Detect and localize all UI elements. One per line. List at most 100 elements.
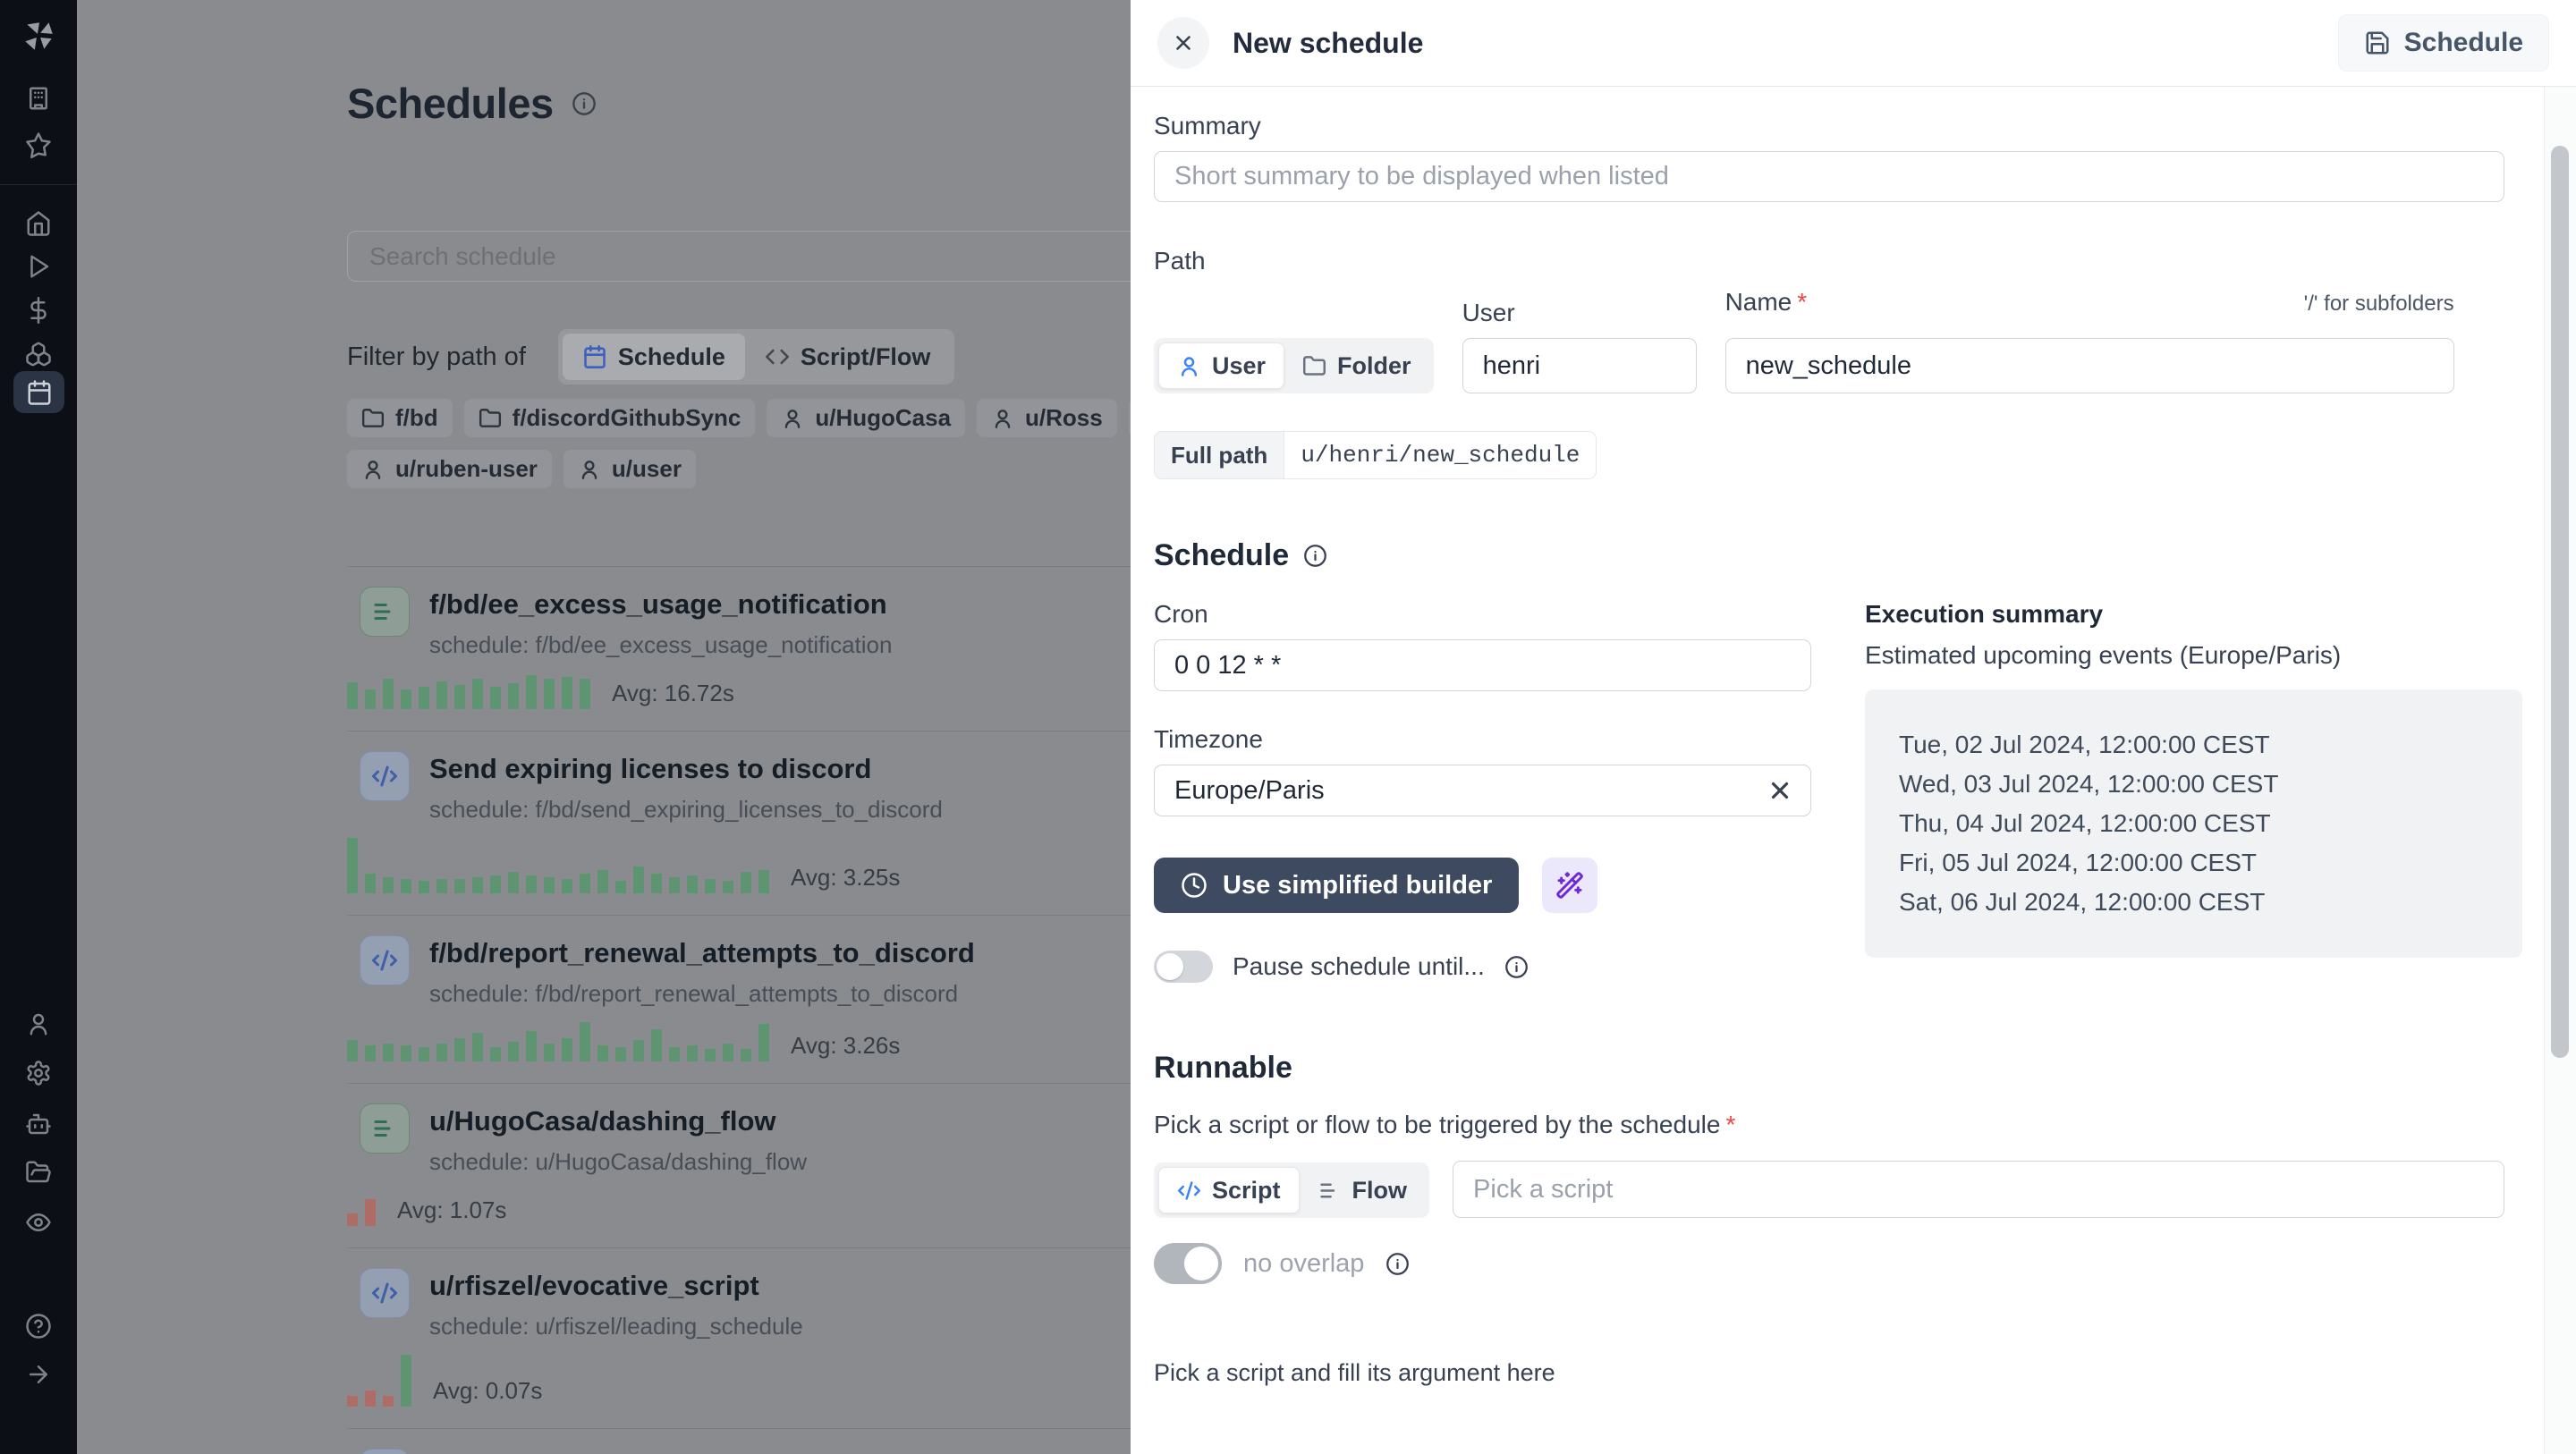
upcoming-events-box: Tue, 02 Jul 2024, 12:00:00 CEST Wed, 03 J… (1865, 689, 2522, 958)
drawer-body: Summary Path User Folder User (1131, 87, 2545, 1454)
path-chip[interactable]: u/Ross (977, 399, 1117, 437)
path-chip-label: f/bd (395, 404, 438, 431)
name-field-input[interactable] (1724, 338, 2454, 393)
upcoming-event: Tue, 02 Jul 2024, 12:00:00 CEST (1899, 731, 2270, 758)
filter-schedule-option[interactable]: Schedule (562, 334, 745, 380)
path-chip-label: u/user (611, 455, 682, 482)
avg-duration-label: Avg: 1.07s (397, 1196, 507, 1223)
user-field-input[interactable] (1462, 338, 1697, 393)
users-icon[interactable] (0, 1010, 77, 1037)
runnable-row: Script Flow (1154, 1161, 2504, 1218)
no-overlap-toggle[interactable] (1154, 1243, 1222, 1284)
cron-input[interactable] (1154, 639, 1811, 691)
avg-duration-label: Avg: 3.25s (791, 864, 901, 891)
owner-kind-toggle: User Folder (1154, 338, 1434, 393)
folders-icon[interactable] (0, 1159, 77, 1186)
code-icon (1178, 1180, 1200, 1200)
path-chip-label: u/HugoCasa (815, 404, 952, 431)
schedule-list-item[interactable]: f/bd/ee_excess_usage_notification schedu… (347, 566, 1131, 731)
settings-gear-icon[interactable] (0, 1060, 77, 1086)
schedule-path: schedule: u/rfiszel/leading_schedule (429, 1313, 803, 1340)
summary-input[interactable] (1154, 151, 2504, 202)
schedule-list-item[interactable]: Send expiring licenses to discord schedu… (347, 731, 1131, 915)
args-hint: Pick a script and fill its argument here (1154, 1359, 1555, 1386)
flow-icon (360, 1103, 410, 1154)
info-icon[interactable] (1303, 544, 1327, 568)
schedule-title: f/bd/ee_excess_usage_notification (429, 588, 887, 620)
path-chip-label: u/Ross (1025, 404, 1103, 431)
owner-folder-option[interactable]: Folder (1284, 342, 1429, 389)
ai-wand-button[interactable] (1542, 858, 1598, 913)
duration-sparkline[interactable]: Avg: 3.26s (347, 1022, 1131, 1061)
user-icon (581, 460, 597, 479)
home-icon[interactable] (0, 210, 77, 237)
close-button[interactable] (1157, 17, 1209, 69)
runnable-flow-option[interactable]: Flow (1300, 1167, 1426, 1213)
timezone-clear-button[interactable] (1767, 777, 1793, 804)
path-chip[interactable]: f/discordGithubSync (463, 399, 756, 437)
path-chips-row: u/ruben-user u/user (347, 450, 696, 488)
search-input[interactable] (347, 231, 1131, 282)
pause-label: Pause schedule until... (1233, 952, 1485, 980)
avg-duration-label: Avg: 0.07s (433, 1377, 543, 1404)
path-chip[interactable]: u/HugoCasa (767, 399, 966, 437)
schedules-page: Schedules Filter by path of Schedule Scr… (77, 0, 1131, 1454)
path-chip[interactable]: u/user (563, 450, 696, 488)
sidebar-divider (0, 184, 77, 185)
pick-script-input[interactable] (1453, 1161, 2504, 1218)
audit-logs-eye-icon[interactable] (0, 1209, 77, 1236)
resources-icon[interactable] (0, 341, 77, 368)
user-icon (995, 409, 1011, 428)
duration-sparkline[interactable]: Avg: 16.72s (347, 673, 1131, 709)
variables-icon[interactable] (0, 297, 77, 324)
info-icon[interactable] (572, 91, 597, 116)
info-icon[interactable] (1504, 955, 1529, 979)
schedule-section-title: Schedule (1154, 538, 1290, 572)
drawer-header: New schedule Schedule (1131, 0, 2576, 87)
drawer-scrollbar[interactable] (2544, 87, 2576, 1454)
page-title: Schedules (347, 80, 554, 127)
duration-sparkline[interactable]: Avg: 1.07s (347, 1190, 1131, 1226)
collapse-arrow-icon[interactable] (0, 1361, 77, 1388)
runs-icon[interactable] (0, 253, 77, 280)
save-schedule-button[interactable]: Schedule (2337, 14, 2549, 72)
clear-x-icon (1771, 782, 1789, 799)
avg-duration-label: Avg: 16.72s (612, 680, 734, 706)
workspace-icon[interactable] (0, 85, 77, 112)
app-window: Schedules Filter by path of Schedule Scr… (0, 0, 2576, 1454)
duration-sparkline[interactable]: Avg: 0.07s (347, 1355, 1131, 1407)
path-chip[interactable]: u/ruben-user (347, 450, 552, 488)
path-chip[interactable]: f/bd (347, 399, 453, 437)
runnable-script-option[interactable]: Script (1158, 1167, 1300, 1213)
filter-script-flow-option[interactable]: Script/Flow (745, 334, 951, 380)
runnable-section-header: Runnable (1154, 1051, 2504, 1086)
schedule-list-item[interactable]: Refresh stripe subscriptions of EE servi… (347, 1428, 1131, 1454)
scrollbar-thumb[interactable] (2551, 146, 2569, 1058)
path-chip-label: f/discordGithubSync (512, 404, 741, 431)
execution-summary-subtitle: Estimated upcoming events (Europe/Paris) (1865, 641, 2342, 669)
path-row: User Folder User Name* '/' for subfolder… (1154, 288, 2504, 393)
execution-summary-column: Execution summary Estimated upcoming eve… (1865, 600, 2522, 983)
pause-toggle[interactable] (1154, 951, 1213, 983)
help-icon[interactable] (0, 1313, 77, 1340)
duration-sparkline[interactable]: Avg: 3.25s (347, 838, 1131, 893)
info-icon[interactable] (1385, 1252, 1410, 1276)
favorites-icon[interactable] (0, 131, 77, 158)
windmill-logo[interactable] (0, 18, 77, 55)
schedule-list-item[interactable]: u/HugoCasa/dashing_flow schedule: u/Hugo… (347, 1083, 1131, 1247)
runnable-section-title: Runnable (1154, 1051, 1292, 1085)
no-overlap-row: no overlap (1154, 1243, 2504, 1284)
full-path-label: Full path (1155, 432, 1284, 478)
name-field-label: Name * (1724, 288, 1808, 316)
simplified-builder-button[interactable]: Use simplified builder (1154, 858, 1520, 913)
schedule-list: f/bd/ee_excess_usage_notification schedu… (347, 566, 1131, 1454)
sidebar-item-schedules-active[interactable] (13, 371, 64, 413)
timezone-input[interactable] (1154, 765, 1811, 816)
user-field-label: User (1462, 299, 1515, 326)
owner-user-option[interactable]: User (1158, 342, 1285, 389)
schedule-list-item[interactable]: f/bd/report_renewal_attempts_to_discord … (347, 915, 1131, 1083)
runnable-kind-toggle: Script Flow (1154, 1162, 1430, 1218)
schedule-list-item[interactable]: u/rfiszel/evocative_script schedule: u/r… (347, 1247, 1131, 1428)
workers-robot-icon[interactable] (0, 1111, 77, 1137)
schedule-path: schedule: u/HugoCasa/dashing_flow (429, 1148, 808, 1175)
